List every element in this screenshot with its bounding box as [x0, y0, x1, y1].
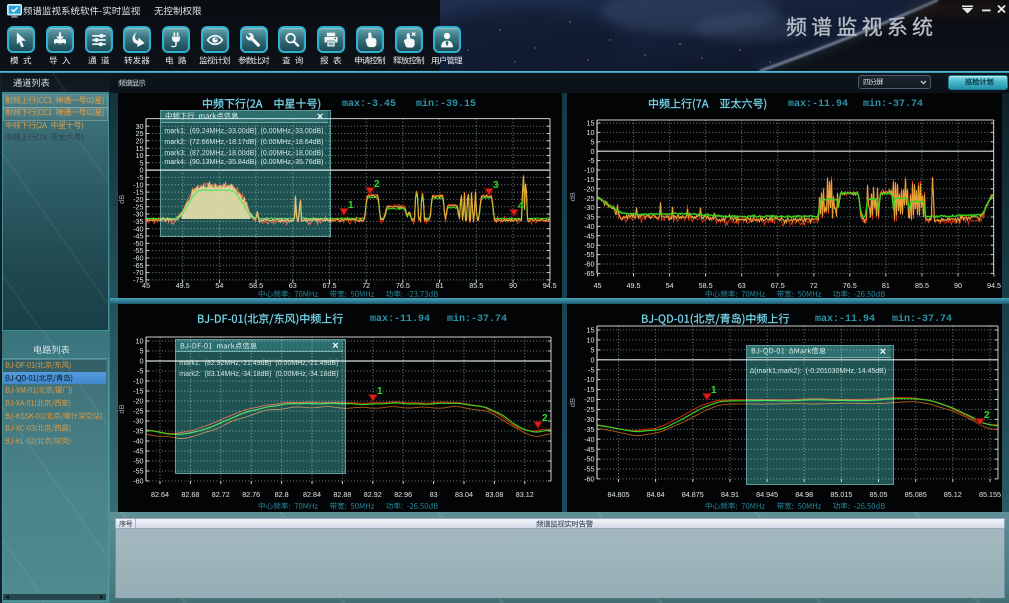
svg-text:-45: -45 [584, 445, 594, 454]
svg-text:2: 2 [374, 179, 380, 190]
svg-text:45: 45 [142, 281, 150, 290]
svg-text:90: 90 [509, 281, 517, 290]
svg-text:82.84: 82.84 [303, 490, 321, 499]
svg-text:3: 3 [493, 180, 499, 191]
svg-text:dB: dB [118, 404, 126, 413]
svg-text:-25: -25 [584, 194, 594, 203]
svg-text:-40: -40 [133, 437, 143, 446]
svg-text:84.805: 84.805 [608, 490, 630, 499]
svg-text:-50: -50 [584, 241, 594, 250]
svg-text:0: 0 [140, 357, 144, 366]
svg-text:-25: -25 [584, 405, 594, 414]
svg-text:-35: -35 [584, 425, 594, 434]
svg-text:-10: -10 [133, 377, 143, 386]
svg-text:2: 2 [542, 413, 548, 424]
svg-text:94.5: 94.5 [987, 281, 1001, 290]
svg-text:54: 54 [215, 281, 223, 290]
svg-text:-15: -15 [133, 387, 143, 396]
svg-text:-5: -5 [588, 156, 594, 165]
svg-text:-20: -20 [133, 397, 143, 406]
svg-text:-10: -10 [584, 166, 594, 175]
svg-text:15: 15 [587, 326, 595, 335]
svg-text:84.945: 84.945 [756, 490, 778, 499]
svg-text:85.5: 85.5 [915, 281, 929, 290]
svg-text:83: 83 [430, 490, 438, 499]
svg-text:10: 10 [587, 336, 595, 345]
svg-text:dB: dB [118, 195, 126, 204]
svg-text:82.8: 82.8 [275, 490, 289, 499]
svg-text:10: 10 [136, 337, 144, 346]
svg-text:-55: -55 [133, 467, 143, 476]
svg-text:-65: -65 [584, 269, 594, 278]
svg-text:82.96: 82.96 [394, 490, 412, 499]
svg-text:dB: dB [568, 192, 577, 201]
svg-text:84.98: 84.98 [795, 490, 813, 499]
svg-text:1: 1 [711, 385, 717, 396]
svg-text:-35: -35 [133, 427, 143, 436]
svg-text:82.76: 82.76 [242, 490, 260, 499]
svg-text:5: 5 [140, 347, 144, 356]
svg-text:-35: -35 [584, 213, 594, 222]
svg-text:82.88: 82.88 [333, 490, 351, 499]
svg-text:-20: -20 [584, 395, 594, 404]
svg-text:-40: -40 [584, 222, 594, 231]
svg-text:dB: dB [568, 398, 577, 407]
svg-text:1: 1 [348, 200, 354, 211]
svg-text:-55: -55 [584, 465, 594, 474]
svg-text:90: 90 [954, 281, 962, 290]
svg-text:0: 0 [591, 147, 595, 156]
svg-text:83.12: 83.12 [516, 490, 534, 499]
svg-text:-50: -50 [584, 455, 594, 464]
svg-text:84.875: 84.875 [682, 490, 704, 499]
svg-text:-60: -60 [584, 475, 594, 484]
svg-text:-15: -15 [584, 385, 594, 394]
svg-text:-15: -15 [584, 175, 594, 184]
svg-text:82.64: 82.64 [151, 490, 169, 499]
svg-text:2: 2 [984, 410, 990, 421]
svg-text:85.015: 85.015 [830, 490, 852, 499]
svg-text:-45: -45 [133, 447, 143, 456]
svg-text:49.5: 49.5 [176, 281, 190, 290]
svg-text:-30: -30 [133, 417, 143, 426]
svg-text:0: 0 [591, 355, 595, 364]
svg-text:49.5: 49.5 [627, 281, 641, 290]
svg-text:-10: -10 [584, 375, 594, 384]
svg-text:-55: -55 [584, 250, 594, 259]
svg-text:85.155: 85.155 [979, 490, 1001, 499]
svg-text:85.12: 85.12 [944, 490, 962, 499]
svg-text:-25: -25 [133, 407, 143, 416]
svg-text:-5: -5 [137, 367, 143, 376]
svg-text:10: 10 [587, 128, 595, 137]
svg-text:82.68: 82.68 [181, 490, 199, 499]
svg-text:-20: -20 [584, 184, 594, 193]
svg-text:94.5: 94.5 [543, 281, 557, 290]
svg-text:15: 15 [587, 119, 595, 128]
svg-text:-30: -30 [584, 203, 594, 212]
svg-text:5: 5 [591, 346, 595, 355]
svg-text:83.04: 83.04 [455, 490, 473, 499]
svg-text:-60: -60 [133, 477, 143, 486]
svg-text:82.92: 82.92 [364, 490, 382, 499]
svg-text:-60: -60 [584, 260, 594, 269]
svg-text:85.5: 85.5 [469, 281, 483, 290]
svg-text:5: 5 [591, 137, 595, 146]
svg-text:85.05: 85.05 [870, 490, 888, 499]
svg-text:54: 54 [666, 281, 674, 290]
svg-text:-5: -5 [588, 365, 594, 374]
svg-text:84.84: 84.84 [647, 490, 665, 499]
svg-text:4: 4 [518, 201, 524, 212]
svg-text:-30: -30 [584, 415, 594, 424]
svg-text:84.91: 84.91 [721, 490, 739, 499]
svg-text:85.085: 85.085 [905, 490, 927, 499]
svg-text:-40: -40 [584, 435, 594, 444]
svg-text:45: 45 [594, 281, 602, 290]
svg-text:83.08: 83.08 [485, 490, 503, 499]
svg-text:-45: -45 [584, 231, 594, 240]
svg-text:1: 1 [377, 386, 383, 397]
svg-text:-50: -50 [133, 457, 143, 466]
svg-text:82.72: 82.72 [212, 490, 230, 499]
